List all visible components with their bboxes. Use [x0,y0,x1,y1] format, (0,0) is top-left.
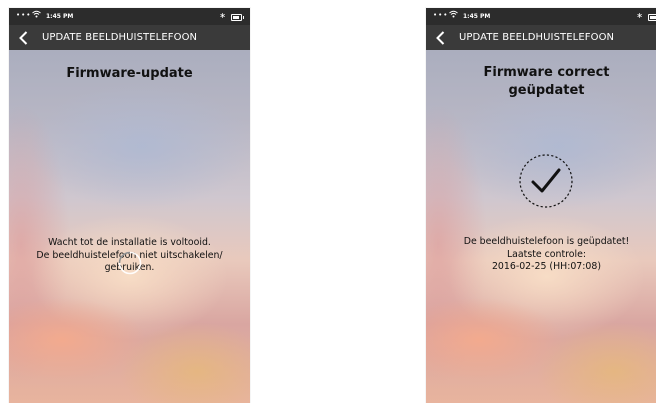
heading-line: Firmware correct [483,65,610,80]
phone-screen-updating: ••• 1:45 PM ∗ UPDATE BEELDHUISTELEFOON F… [9,8,250,403]
nav-bar: UPDATE BEELDHUISTELEFOON [426,25,656,50]
back-button[interactable] [432,25,448,50]
page-title: UPDATE BEELDHUISTELEFOON [42,32,198,43]
back-button[interactable] [15,25,31,50]
chevron-left-icon [18,30,27,45]
signal-strength: ••• [16,11,32,19]
status-time: 1:45 PM [463,13,491,20]
loading-spinner-icon [118,251,142,275]
battery-icon [231,14,244,21]
message-line: De beeldhuistelefoon is geüpdatet! [463,236,630,247]
content-area: Firmware-update Wacht tot de installatie… [9,50,250,403]
heading-line: geüpdatet [508,83,585,98]
status-time: 1:45 PM [46,13,74,20]
message-line: Laatste controle: [506,248,587,260]
wifi-icon [449,10,458,20]
bluetooth-icon: ∗ [636,11,643,20]
content-area: Firmware correct geüpdatet De beeldhuist… [426,50,656,403]
page-title: UPDATE BEELDHUISTELEFOON [459,32,615,43]
signal-strength: ••• [433,11,449,19]
checkmark-circle-icon [519,154,573,208]
battery-icon [648,14,656,21]
success-message: De beeldhuistelefoon is geüpdatet! Laats… [426,236,656,274]
status-bar: ••• 1:45 PM ∗ [426,8,656,25]
status-bar: ••• 1:45 PM ∗ [9,8,250,25]
wifi-icon [32,10,41,20]
nav-bar: UPDATE BEELDHUISTELEFOON [9,25,250,50]
bluetooth-icon: ∗ [219,11,226,20]
heading-firmware-updated: Firmware correct geüpdatet [426,64,656,100]
heading-firmware-update: Firmware-update [66,66,193,81]
message-line: 2016-02-25 (HH:07:08) [491,261,602,272]
phone-screen-updated: ••• 1:45 PM ∗ UPDATE BEELDHUISTELEFOON F… [426,8,656,403]
message-line: Wacht tot de installatie is voltooid. [48,237,211,248]
chevron-left-icon [435,30,444,45]
